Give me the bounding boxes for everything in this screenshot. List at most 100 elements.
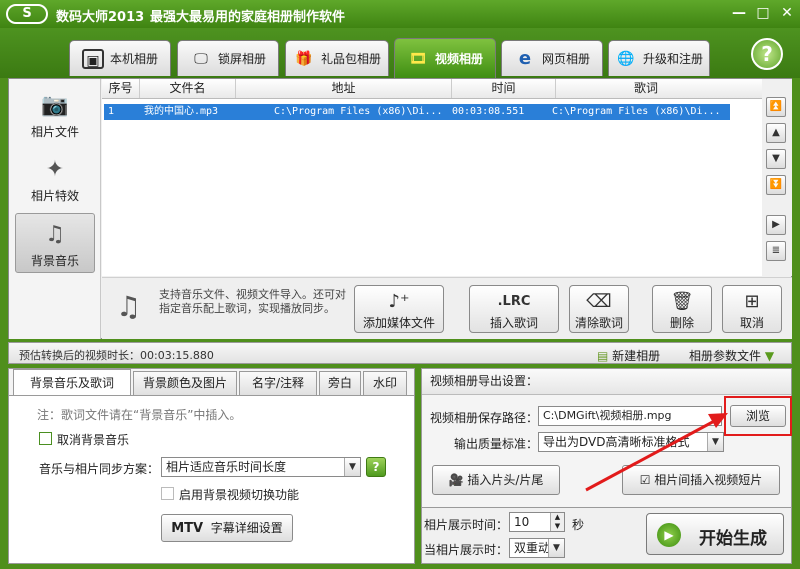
sync-help-button[interactable]: ? bbox=[366, 457, 386, 477]
nav-background-music[interactable]: ♫ 背景音乐 bbox=[15, 213, 95, 273]
grid-icon: ⊞ bbox=[744, 291, 760, 312]
chevron-down-icon: ▼ bbox=[344, 458, 360, 476]
save-path-input[interactable]: C:\DMGift\视频相册.mpg bbox=[538, 406, 722, 426]
left-nav: 📷 相片文件 ✦ 相片特效 ♫ 背景音乐 bbox=[9, 79, 101, 339]
media-toolbar: ♫ 支持音乐文件、视频文件导入。还可对指定音乐配上歌词，实现播放同步。 ♪⁺ 添… bbox=[102, 277, 792, 339]
tab-local-album[interactable]: ▣ 本机相册 bbox=[69, 40, 171, 76]
insert-head-tail-button[interactable]: 🎥 插入片头/片尾 bbox=[432, 465, 560, 495]
tab-narration[interactable]: 旁白 bbox=[319, 371, 361, 395]
transition-select[interactable]: 双重动态 ▼ bbox=[509, 538, 565, 558]
video-switch-label: 启用背景视频切换功能 bbox=[179, 488, 300, 502]
display-time-label: 相片展示时间： bbox=[424, 518, 509, 532]
sync-select[interactable]: 相片适应音乐时间长度 ▼ bbox=[161, 457, 361, 477]
col-name-header[interactable]: 文件名 bbox=[140, 79, 236, 98]
insert-clip-button[interactable]: ☑ 相片间插入视频短片 bbox=[622, 465, 780, 495]
move-top-icon[interactable]: ⏫ bbox=[766, 97, 786, 117]
media-panel: 📷 相片文件 ✦ 相片特效 ♫ 背景音乐 序号 文件名 地址 时间 歌词 1 我… bbox=[8, 78, 792, 339]
estimated-duration: 预估转换后的视频时长：00:03:15.880 bbox=[19, 349, 214, 362]
table-row[interactable]: 1 我的中国心.mp3 C:\Program Files (x86)\Di...… bbox=[104, 104, 730, 120]
delete-button[interactable]: 🗑 删除 bbox=[652, 285, 712, 333]
tab-web-album[interactable]: e 网页相册 bbox=[501, 40, 603, 76]
app-logo: S bbox=[6, 4, 48, 24]
cancel-bgm-checkbox[interactable] bbox=[39, 432, 52, 445]
app-slogan: 最强大最易用的家庭相册制作软件 bbox=[150, 10, 346, 25]
move-down-icon[interactable]: ▼ bbox=[766, 149, 786, 169]
col-path-header[interactable]: 地址 bbox=[236, 79, 452, 98]
close-button[interactable]: ✕ bbox=[776, 4, 798, 24]
col-lyrics-header[interactable]: 歌词 bbox=[556, 79, 736, 98]
save-path-label: 视频相册保存路径： bbox=[430, 411, 539, 425]
document-icon: ▤ bbox=[597, 349, 609, 363]
move-up-icon[interactable]: ▲ bbox=[766, 123, 786, 143]
chevron-down-icon: ▼ bbox=[548, 539, 564, 557]
spinner-arrows-icon[interactable]: ▲ ▼ bbox=[550, 513, 564, 531]
tab-upgrade-register[interactable]: 🌐 升级和注册 bbox=[608, 40, 710, 76]
photo-frame-icon: ▣ bbox=[81, 48, 104, 69]
tab-video-album[interactable]: 🎞 视频相册 bbox=[394, 38, 496, 78]
help-button[interactable]: ? bbox=[751, 38, 783, 70]
add-media-button[interactable]: ♪⁺ 添加媒体文件 bbox=[354, 285, 444, 333]
order-buttons: ⏫ ▲ ▼ ⏬ ▶ ≣ bbox=[764, 79, 792, 276]
tab-name-notes[interactable]: 名字/注释 bbox=[239, 371, 317, 395]
quality-select[interactable]: 导出为DVD高清晰标准格式 ▼ bbox=[538, 432, 724, 452]
tab-bgm-lyrics[interactable]: 背景音乐及歌词 bbox=[13, 369, 131, 396]
tab-watermark[interactable]: 水印 bbox=[363, 371, 407, 395]
bgm-settings-body: 注：歌词文件请在“背景音乐”中插入。 取消背景音乐 音乐与相片同步方案： 相片适… bbox=[9, 395, 414, 563]
play-icon[interactable]: ▶ bbox=[766, 215, 786, 235]
quality-label: 输出质量标准： bbox=[454, 437, 539, 451]
sparkle-icon: ✦ bbox=[45, 157, 65, 182]
maximize-button[interactable]: □ bbox=[752, 4, 774, 24]
row-index: 1 bbox=[108, 106, 115, 117]
col-time-header[interactable]: 时间 bbox=[452, 79, 556, 98]
row-path: C:\Program Files (x86)\Di... bbox=[274, 106, 443, 117]
main-tab-bar: ▣ 本机相册 🖵 锁屏相册 🎁 礼品包相册 🎞 视频相册 e 网页相册 🌐 升级… bbox=[0, 28, 800, 78]
nav-photo-effects[interactable]: ✦ 相片特效 bbox=[15, 149, 95, 209]
music-tip: 支持音乐文件、视频文件导入。还可对指定音乐配上歌词，实现播放同步。 bbox=[159, 288, 346, 315]
move-bottom-icon[interactable]: ⏬ bbox=[766, 175, 786, 195]
insert-lyric-button[interactable]: .LRC 插入歌词 bbox=[469, 285, 559, 333]
nav-photo-files[interactable]: 📷 相片文件 bbox=[15, 85, 95, 145]
export-panel: 视频相册导出设置： 视频相册保存路径： C:\DMGift\视频相册.mpg 浏… bbox=[421, 368, 792, 508]
sync-label: 音乐与相片同步方案： bbox=[39, 462, 160, 476]
eraser-icon: ⌫ bbox=[586, 291, 612, 312]
mtv-icon: MTV bbox=[171, 521, 204, 536]
new-album-link[interactable]: ▤ 新建相册 bbox=[597, 347, 660, 364]
title-bar: S 数码大师2013 最强大最易用的家庭相册制作软件 — □ ✕ bbox=[0, 0, 800, 28]
gift-icon: 🎁 bbox=[295, 50, 313, 67]
album-params-menu[interactable]: 相册参数文件 ▼ bbox=[689, 347, 774, 364]
tab-lockscreen-album[interactable]: 🖵 锁屏相册 bbox=[177, 40, 279, 76]
music-note-icon: ♫ bbox=[45, 222, 65, 247]
media-table: 序号 文件名 地址 时间 歌词 1 我的中国心.mp3 C:\Program F… bbox=[102, 79, 762, 276]
transition-label: 当相片展示时： bbox=[424, 543, 509, 557]
lyric-note: 注：歌词文件请在“背景音乐”中插入。 bbox=[37, 408, 242, 422]
app-window: S 数码大师2013 最强大最易用的家庭相册制作软件 — □ ✕ ▣ 本机相册 … bbox=[0, 0, 800, 569]
trash-icon: 🗑 bbox=[670, 291, 694, 312]
document-icon[interactable]: ≣ bbox=[766, 241, 786, 261]
table-header: 序号 文件名 地址 时间 歌词 bbox=[102, 79, 762, 99]
lrc-icon: .LRC bbox=[497, 294, 531, 309]
cancel-button[interactable]: ⊞ 取消 bbox=[722, 285, 782, 333]
camera-icon: 📷 bbox=[41, 93, 69, 118]
row-name: 我的中国心.mp3 bbox=[144, 106, 219, 117]
info-strip: 预估转换后的视频时长：00:03:15.880 ▤ 新建相册 相册参数文件 ▼ bbox=[8, 342, 792, 364]
export-heading: 视频相册导出设置： bbox=[422, 369, 791, 395]
start-generate-button[interactable]: ▶ 开始生成 bbox=[646, 513, 784, 555]
settings-panel: 背景音乐及歌词 背景颜色及图片 名字/注释 旁白 水印 注：歌词文件请在“背景音… bbox=[8, 368, 415, 564]
display-time-spinner[interactable]: 10 ▲ ▼ bbox=[509, 512, 565, 532]
tab-gift-album[interactable]: 🎁 礼品包相册 bbox=[285, 40, 389, 76]
tab-bg-color-image[interactable]: 背景颜色及图片 bbox=[133, 371, 237, 395]
music-notes-icon: ♫ bbox=[116, 290, 142, 323]
subtitle-settings-button[interactable]: MTV 字幕详细设置 bbox=[161, 514, 293, 542]
video-switch-checkbox[interactable] bbox=[161, 487, 174, 500]
video-camera-icon: 🎥 bbox=[448, 473, 464, 487]
minimize-button[interactable]: — bbox=[728, 4, 750, 24]
col-index-header[interactable]: 序号 bbox=[102, 79, 140, 98]
globe-icon: 🌐 bbox=[617, 50, 635, 67]
chevron-down-icon: ▼ bbox=[707, 433, 723, 451]
app-title: 数码大师2013 bbox=[56, 10, 145, 25]
cancel-bgm-label: 取消背景音乐 bbox=[57, 433, 130, 447]
row-time: 00:03:08.551 bbox=[452, 106, 525, 117]
row-lyrics: C:\Program Files (x86)\Di... bbox=[552, 106, 721, 117]
clear-lyric-button[interactable]: ⌫ 清除歌词 bbox=[569, 285, 629, 333]
ie-icon: e bbox=[518, 47, 532, 69]
